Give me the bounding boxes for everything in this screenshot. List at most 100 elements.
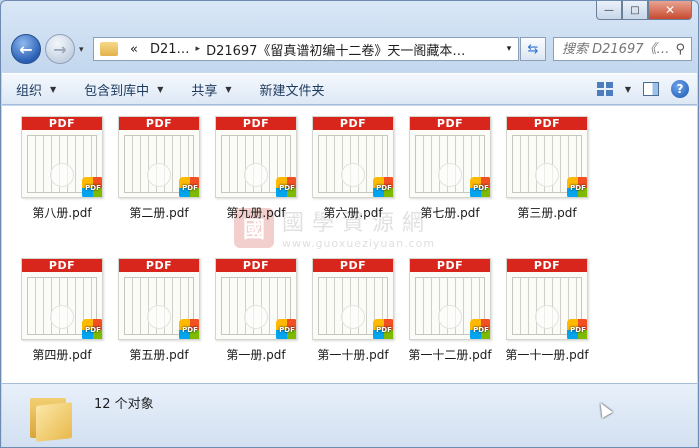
watermark-seal-icon xyxy=(438,305,462,329)
watermark-seal-icon xyxy=(50,163,74,187)
new-folder-button[interactable]: 新建文件夹 xyxy=(246,74,339,104)
help-icon[interactable]: ? xyxy=(671,80,689,98)
back-button[interactable]: ← xyxy=(11,34,41,64)
file-list: 國 國學資源網 www.guoxueziyuan.com PDF PDF 第八册.p… xyxy=(2,106,697,383)
pdf-app-icon-label: PDF xyxy=(85,184,101,192)
refresh-button[interactable]: ⇆ xyxy=(520,37,546,61)
preview-pane-icon[interactable] xyxy=(643,82,659,96)
address-bar[interactable]: « D21… ▸ D21697《留真谱初编十二卷》天一阁藏本… ▾ xyxy=(93,37,519,61)
file-item[interactable]: PDF PDF 第四册.pdf xyxy=(14,258,110,363)
pdf-thumbnail: PDF PDF xyxy=(506,116,588,198)
watermark-seal-icon xyxy=(244,305,268,329)
pdf-banner: PDF xyxy=(216,117,296,130)
watermark-seal-icon xyxy=(438,163,462,187)
watermark-seal-icon xyxy=(244,163,268,187)
file-name: 第五册.pdf xyxy=(129,348,189,362)
pdf-thumbnail: PDF PDF xyxy=(506,258,588,340)
pdf-app-icon-label: PDF xyxy=(376,184,392,192)
chevron-down-icon: ▼ xyxy=(50,84,57,94)
minimize-button[interactable]: — xyxy=(596,1,622,20)
pdf-app-icon: PDF xyxy=(567,177,587,197)
file-item[interactable]: PDF PDF 第二册.pdf xyxy=(111,116,207,221)
pdf-banner: PDF xyxy=(313,117,393,130)
pdf-app-icon: PDF xyxy=(276,177,296,197)
file-item[interactable]: PDF PDF 第九册.pdf xyxy=(208,116,304,221)
file-item[interactable]: PDF PDF 第一十册.pdf xyxy=(305,258,401,363)
pdf-banner: PDF xyxy=(410,117,490,130)
pdf-app-icon-label: PDF xyxy=(473,326,489,334)
search-input[interactable] xyxy=(562,41,674,57)
forward-arrow-icon: → xyxy=(53,39,67,59)
pdf-thumbnail: PDF PDF xyxy=(312,116,394,198)
file-name: 第一十二册.pdf xyxy=(408,348,492,362)
file-item[interactable]: PDF PDF 第一十一册.pdf xyxy=(499,258,595,363)
file-item[interactable]: PDF PDF 第八册.pdf xyxy=(14,116,110,221)
watermark-seal-icon xyxy=(341,163,365,187)
file-item[interactable]: PDF PDF 第五册.pdf xyxy=(111,258,207,363)
explorer-window: — □ ✕ ← → ▾ « D21… ▸ D21697《留真谱初编十二卷》天一阁… xyxy=(0,0,699,448)
breadcrumb-overflow[interactable]: « xyxy=(130,42,138,57)
file-name: 第四册.pdf xyxy=(32,348,92,362)
pdf-banner: PDF xyxy=(313,259,393,272)
item-count: 12 个对象 xyxy=(94,397,154,412)
pdf-app-icon: PDF xyxy=(82,319,102,339)
chevron-down-icon: ▼ xyxy=(157,84,164,94)
file-name: 第一册.pdf xyxy=(226,348,286,362)
file-item[interactable]: PDF PDF 第六册.pdf xyxy=(305,116,401,221)
pdf-app-icon: PDF xyxy=(373,177,393,197)
breadcrumb-segment[interactable]: D21697《留真谱初编十二卷》天一阁藏本… xyxy=(206,40,465,59)
include-in-library-label: 包含到库中 xyxy=(84,83,150,99)
pdf-app-icon: PDF xyxy=(373,319,393,339)
pdf-thumbnail: PDF PDF xyxy=(21,258,103,340)
watermark-seal-icon xyxy=(341,305,365,329)
file-item[interactable]: PDF PDF 第一册.pdf xyxy=(208,258,304,363)
file-name: 第三册.pdf xyxy=(517,206,577,220)
pdf-app-icon-label: PDF xyxy=(85,326,101,334)
watermark-seal-icon xyxy=(535,305,559,329)
pdf-app-icon: PDF xyxy=(567,319,587,339)
pdf-app-icon: PDF xyxy=(82,177,102,197)
file-item[interactable]: PDF PDF 第七册.pdf xyxy=(402,116,498,221)
share-label: 共享 xyxy=(191,83,218,99)
navigation-bar: ← → ▾ « D21… ▸ D21697《留真谱初编十二卷》天一阁藏本… ▾ … xyxy=(7,31,692,67)
forward-button[interactable]: → xyxy=(45,34,75,64)
file-name: 第一十册.pdf xyxy=(317,348,389,362)
folder-icon xyxy=(30,396,72,442)
address-dropdown-icon[interactable]: ▾ xyxy=(500,44,518,54)
breadcrumb-separator-icon[interactable]: ▸ xyxy=(196,44,201,54)
watermark-seal-icon xyxy=(147,163,171,187)
pdf-banner: PDF xyxy=(507,259,587,272)
include-in-library-menu[interactable]: 包含到库中 ▼ xyxy=(70,74,177,104)
file-name: 第九册.pdf xyxy=(226,206,286,220)
maximize-button[interactable]: □ xyxy=(622,1,648,20)
file-name: 第六册.pdf xyxy=(323,206,383,220)
pdf-app-icon: PDF xyxy=(470,319,490,339)
back-arrow-icon: ← xyxy=(19,39,33,59)
command-bar: 组织 ▼ 包含到库中 ▼ 共享 ▼ 新建文件夹 ▼ ? xyxy=(2,73,697,105)
pdf-thumbnail: PDF PDF xyxy=(215,258,297,340)
watermark-seal-icon xyxy=(535,163,559,187)
refresh-icon: ⇆ xyxy=(527,41,539,57)
pdf-thumbnail: PDF PDF xyxy=(118,258,200,340)
view-options-icon[interactable] xyxy=(596,82,613,96)
pdf-app-icon-label: PDF xyxy=(570,326,586,334)
view-controls: ▼ ? xyxy=(596,74,689,104)
close-button[interactable]: ✕ xyxy=(648,1,692,20)
organize-menu[interactable]: 组织 ▼ xyxy=(2,74,70,104)
recent-pages-dropdown[interactable]: ▾ xyxy=(79,45,84,55)
breadcrumb-segment[interactable]: D21… xyxy=(150,42,190,57)
pdf-app-icon-label: PDF xyxy=(279,184,295,192)
file-item[interactable]: PDF PDF 第三册.pdf xyxy=(499,116,595,221)
pdf-app-icon-label: PDF xyxy=(182,184,198,192)
share-menu[interactable]: 共享 ▼ xyxy=(177,74,245,104)
file-name: 第八册.pdf xyxy=(32,206,92,220)
search-icon[interactable]: ⚲ xyxy=(675,42,685,57)
search-box[interactable]: ⚲ xyxy=(553,37,692,61)
file-item[interactable]: PDF PDF 第一十二册.pdf xyxy=(402,258,498,363)
organize-label: 组织 xyxy=(16,83,43,99)
pdf-app-icon: PDF xyxy=(276,319,296,339)
folder-icon xyxy=(100,42,118,56)
pdf-app-icon-label: PDF xyxy=(376,326,392,334)
pdf-banner: PDF xyxy=(410,259,490,272)
view-options-dropdown-icon[interactable]: ▼ xyxy=(625,85,631,94)
